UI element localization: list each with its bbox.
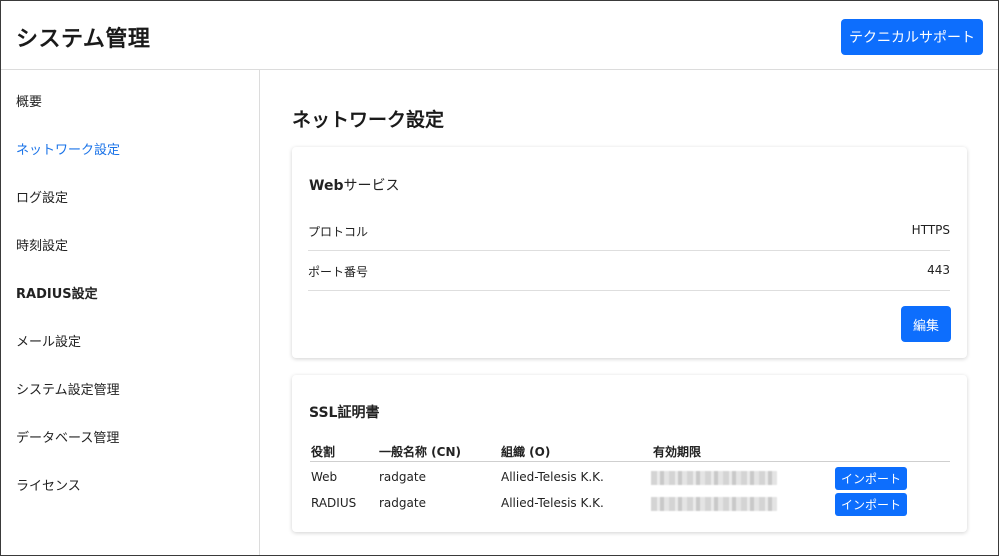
- row-role: RADIUS: [311, 496, 357, 510]
- row-expiry-redacted: [651, 471, 777, 485]
- row-org: Allied-Telesis K.K.: [501, 496, 604, 510]
- sidebar: 概要 ネットワーク設定 ログ設定 時刻設定 RADIUS設定 メール設定 システ…: [1, 70, 260, 555]
- row-expiry-redacted: [651, 497, 777, 511]
- main-content: ネットワーク設定 Webサービス プロトコル HTTPS ポート番号 443 編…: [261, 71, 998, 555]
- column-header-org: 組織 (O): [501, 445, 551, 459]
- sidebar-item-license[interactable]: ライセンス: [16, 477, 81, 497]
- port-value: 443: [927, 263, 950, 277]
- table-row: RADIUS radgate Allied-Telesis K.K. インポート: [310, 490, 950, 516]
- sidebar-item-network-settings[interactable]: ネットワーク設定: [16, 141, 120, 161]
- table-row: Web radgate Allied-Telesis K.K. インポート: [310, 464, 950, 490]
- row-cn: radgate: [379, 496, 426, 510]
- web-service-title-suffix: サービス: [343, 178, 400, 194]
- web-service-title-prefix: Web: [309, 178, 344, 194]
- sidebar-item-system-config-management[interactable]: システム設定管理: [16, 381, 120, 401]
- port-label: ポート番号: [308, 265, 369, 279]
- sidebar-item-overview[interactable]: 概要: [16, 93, 42, 113]
- protocol-row: プロトコル HTTPS: [308, 211, 950, 251]
- row-cn: radgate: [379, 470, 426, 484]
- technical-support-button[interactable]: テクニカルサポート: [841, 19, 983, 55]
- sidebar-item-database-management[interactable]: データベース管理: [16, 429, 119, 449]
- web-service-card: Webサービス プロトコル HTTPS ポート番号 443 編集: [292, 147, 967, 358]
- sidebar-item-mail-settings[interactable]: メール設定: [16, 333, 81, 353]
- edit-button[interactable]: 編集: [901, 306, 951, 342]
- row-org: Allied-Telesis K.K.: [501, 470, 604, 484]
- column-header-cn: 一般名称 (CN): [379, 445, 461, 459]
- protocol-label: プロトコル: [308, 225, 369, 239]
- sidebar-item-radius-settings[interactable]: RADIUS設定: [16, 285, 98, 305]
- page-title: ネットワーク設定: [292, 109, 445, 131]
- app-window: システム管理 テクニカルサポート 概要 ネットワーク設定 ログ設定 時刻設定 R…: [0, 0, 999, 556]
- ssl-certificate-title: SSL証明書: [309, 405, 380, 421]
- column-header-expiry: 有効期限: [653, 445, 702, 459]
- sidebar-item-time-settings[interactable]: 時刻設定: [16, 237, 68, 257]
- import-button[interactable]: インポート: [835, 493, 907, 516]
- web-service-title: Webサービス: [309, 175, 399, 195]
- table-header-row: 役割 一般名称 (CN) 組織 (O) 有効期限: [310, 441, 950, 462]
- sidebar-item-log-settings[interactable]: ログ設定: [16, 189, 68, 209]
- ssl-certificate-card: SSL証明書 役割 一般名称 (CN) 組織 (O) 有効期限 Web radg…: [292, 375, 967, 532]
- protocol-value: HTTPS: [911, 223, 950, 237]
- port-row: ポート番号 443: [308, 251, 950, 291]
- header: システム管理 テクニカルサポート: [1, 1, 998, 70]
- row-role: Web: [311, 470, 338, 484]
- app-title: システム管理: [16, 27, 151, 52]
- import-button[interactable]: インポート: [835, 467, 907, 490]
- column-header-role: 役割: [311, 445, 336, 459]
